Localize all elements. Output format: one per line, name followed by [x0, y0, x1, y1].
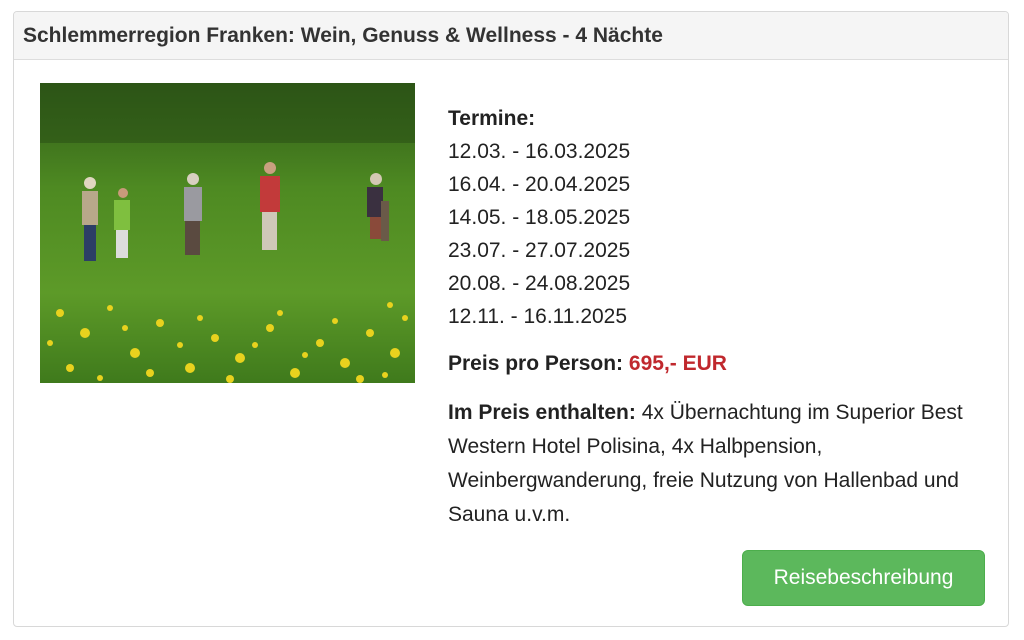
- panel-title: Schlemmerregion Franken: Wein, Genuss & …: [14, 12, 1008, 60]
- date-item: 14.05. - 18.05.2025: [448, 206, 631, 229]
- date-item: 12.11. - 16.11.2025: [448, 305, 628, 328]
- termine-label: Termine:: [448, 107, 536, 130]
- date-list: 12.03. - 16.03.2025 16.04. - 20.04.2025 …: [448, 135, 988, 333]
- date-item: 16.04. - 20.04.2025: [448, 173, 631, 196]
- travel-description-button[interactable]: Reisebeschreibung: [742, 550, 985, 606]
- included-label: Im Preis enthalten:: [448, 401, 636, 424]
- offer-details: Termine: 12.03. - 16.03.2025 16.04. - 20…: [448, 102, 988, 532]
- offer-panel: Schlemmerregion Franken: Wein, Genuss & …: [13, 11, 1009, 627]
- price-line: Preis pro Person: 695,- EUR: [448, 347, 988, 380]
- included-info: Im Preis enthalten: 4x Übernachtung im S…: [448, 396, 988, 532]
- date-item: 20.08. - 24.08.2025: [448, 272, 631, 295]
- price-label: Preis pro Person:: [448, 352, 624, 375]
- date-item: 23.07. - 27.07.2025: [448, 239, 631, 262]
- price-value: 695,- EUR: [628, 352, 727, 375]
- date-item: 12.03. - 16.03.2025: [448, 140, 631, 163]
- hikers-photo: [40, 83, 415, 383]
